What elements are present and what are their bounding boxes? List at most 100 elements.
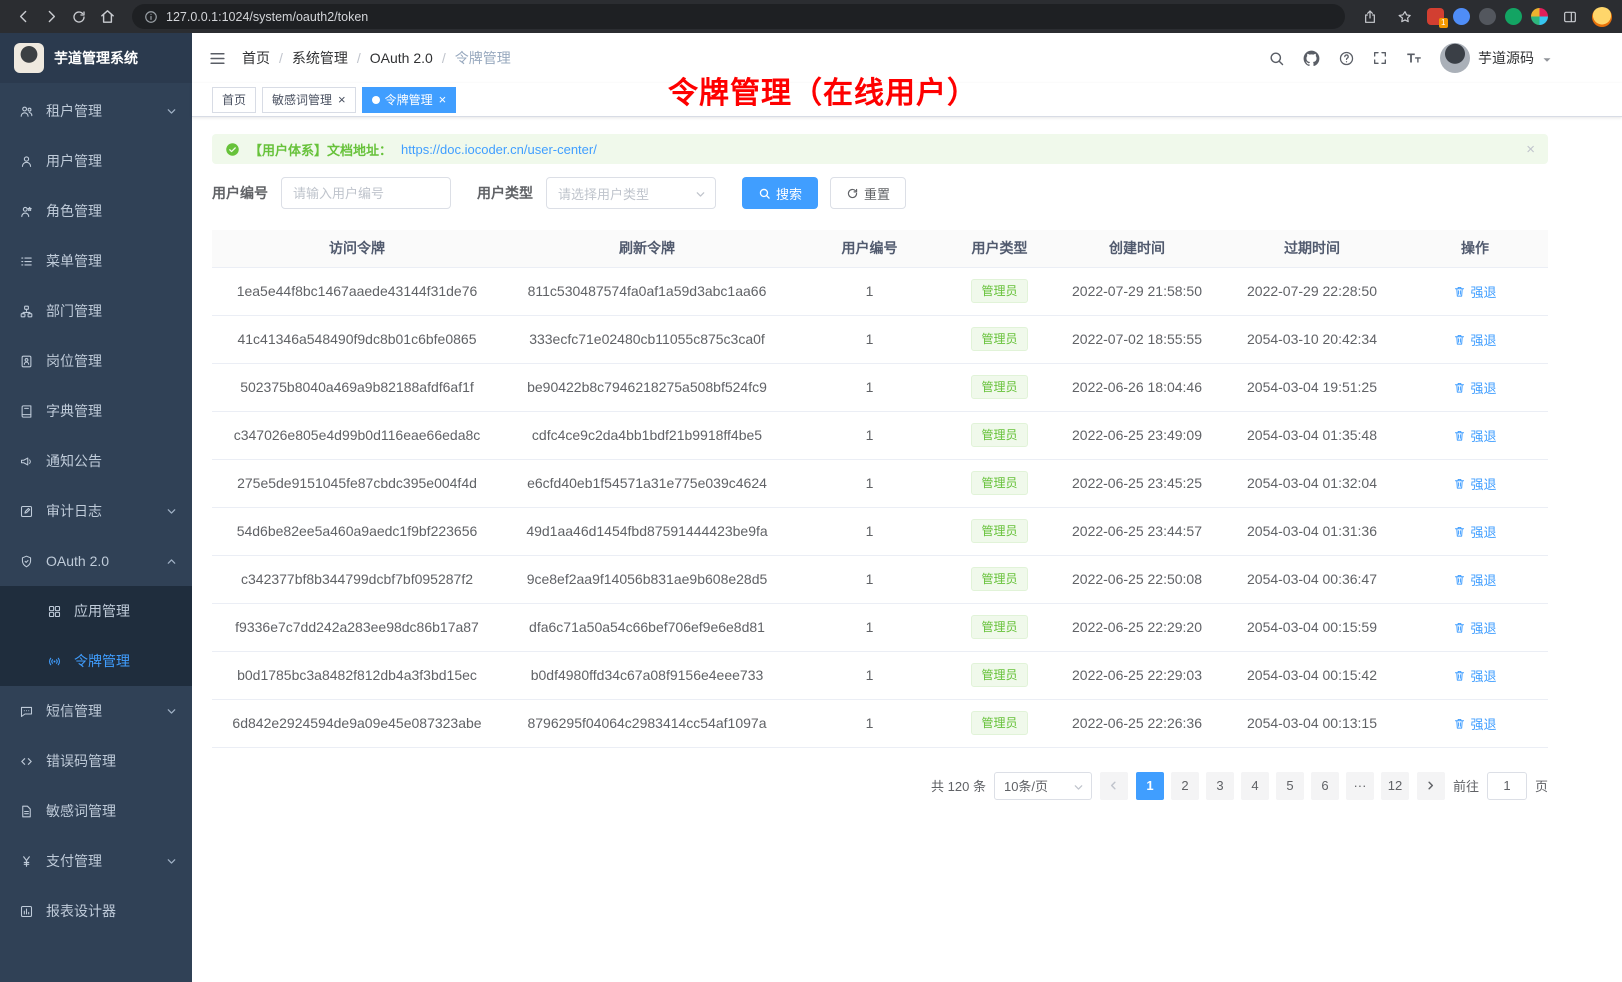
sidebar-item[interactable]: 角色管理 <box>0 186 192 236</box>
reset-button[interactable]: 重置 <box>830 177 906 209</box>
force-logout-label: 强退 <box>1470 570 1496 589</box>
sidebar-item[interactable]: 错误码管理 <box>0 736 192 786</box>
pager-more-button[interactable]: ··· <box>1346 772 1374 800</box>
sidebar-item[interactable]: 菜单管理 <box>0 236 192 286</box>
trash-icon <box>1453 477 1466 490</box>
fullscreen-icon[interactable] <box>1372 50 1388 66</box>
force-logout-button[interactable]: 强退 <box>1453 570 1496 589</box>
access-token-cell: c342377bf8b344799dcbf7bf095287f2 <box>212 555 502 603</box>
search-button[interactable]: 搜索 <box>742 177 818 209</box>
sidebar-item[interactable]: 岗位管理 <box>0 336 192 386</box>
site-info-icon[interactable] <box>144 10 158 24</box>
extension-icon-multicolor[interactable] <box>1531 8 1548 25</box>
page-button[interactable]: 6 <box>1311 772 1339 800</box>
breadcrumb-item[interactable]: OAuth 2.0 <box>370 50 433 66</box>
sidebar-item-label: OAuth 2.0 <box>46 553 109 569</box>
page-button[interactable]: 4 <box>1241 772 1269 800</box>
tab-close-icon[interactable]: × <box>439 93 447 106</box>
sidebar-item[interactable]: 审计日志 <box>0 486 192 536</box>
help-icon[interactable] <box>1338 50 1355 67</box>
bookmark-star-icon[interactable] <box>1392 4 1418 30</box>
sidebar-item[interactable]: 敏感词管理 <box>0 786 192 836</box>
dict-icon <box>18 404 34 419</box>
extension-icon-green[interactable] <box>1505 8 1522 25</box>
force-logout-button[interactable]: 强退 <box>1453 426 1496 445</box>
user-name: 芋道源码 <box>1478 48 1534 68</box>
force-logout-button[interactable]: 强退 <box>1453 474 1496 493</box>
alert-doc-link[interactable]: https://doc.iocoder.cn/user-center/ <box>401 142 597 157</box>
force-logout-button[interactable]: 强退 <box>1453 522 1496 541</box>
sidebar-item[interactable]: 字典管理 <box>0 386 192 436</box>
browser-back-button[interactable] <box>10 4 36 30</box>
breadcrumb-item[interactable]: 系统管理 <box>292 48 348 68</box>
share-icon[interactable] <box>1357 4 1383 30</box>
page-button[interactable]: 1 <box>1136 772 1164 800</box>
view-tab[interactable]: 令牌管理× <box>362 87 457 113</box>
sidebar-item[interactable]: 租户管理 <box>0 86 192 136</box>
refresh-token-cell: 9ce8ef2aa9f14056b831ae9b608e28d5 <box>502 555 792 603</box>
sidebar-collapse-button[interactable] <box>208 49 227 68</box>
refresh-token-cell: b0df4980ffd34c67a08f9156e4eee733 <box>502 651 792 699</box>
split-view-icon[interactable] <box>1557 4 1583 30</box>
force-logout-button[interactable]: 强退 <box>1453 282 1496 301</box>
next-page-button[interactable] <box>1417 772 1445 800</box>
page-button[interactable]: 5 <box>1276 772 1304 800</box>
action-cell: 强退 <box>1402 555 1548 603</box>
page-button[interactable]: 12 <box>1381 772 1409 800</box>
table-header-cell: 访问令牌 <box>212 230 502 267</box>
expire-time-cell: 2054-03-04 01:35:48 <box>1222 411 1402 459</box>
alert-close-icon[interactable]: × <box>1526 142 1535 157</box>
app-logo-link[interactable]: 芋道管理系统 <box>0 33 192 83</box>
tab-close-icon[interactable]: × <box>338 93 346 106</box>
breadcrumb-item[interactable]: 首页 <box>242 48 270 68</box>
force-logout-button[interactable]: 强退 <box>1453 378 1496 397</box>
force-logout-button[interactable]: 强退 <box>1453 666 1496 685</box>
sidebar-item[interactable]: 短信管理 <box>0 686 192 736</box>
browser-home-button[interactable] <box>94 4 120 30</box>
page-button[interactable]: 2 <box>1171 772 1199 800</box>
font-size-icon[interactable] <box>1405 49 1423 67</box>
browser-forward-button[interactable] <box>38 4 64 30</box>
extension-icon-dark[interactable] <box>1479 8 1496 25</box>
sidebar-item-label: 应用管理 <box>74 601 130 621</box>
github-icon[interactable] <box>1302 49 1321 68</box>
sidebar-item[interactable]: 令牌管理 <box>0 636 192 686</box>
view-tab[interactable]: 首页 <box>212 87 256 113</box>
browser-url-bar[interactable]: 127.0.0.1:1024/system/oauth2/token <box>132 4 1345 29</box>
force-logout-button[interactable]: 强退 <box>1453 618 1496 637</box>
user-type-cell: 管理员 <box>947 651 1052 699</box>
sidebar-item[interactable]: 支付管理 <box>0 836 192 886</box>
user-dropdown[interactable]: 芋道源码 <box>1440 43 1552 73</box>
page-button[interactable]: 3 <box>1206 772 1234 800</box>
extension-icon-red[interactable]: 1 <box>1427 8 1444 25</box>
search-icon[interactable] <box>1268 50 1285 67</box>
refresh-icon <box>846 187 859 200</box>
pagination-total: 共 120 条 <box>931 776 986 795</box>
force-logout-button[interactable]: 强退 <box>1453 330 1496 349</box>
sidebar-item-label: 审计日志 <box>46 501 102 521</box>
user-type-select[interactable]: 请选择用户类型 <box>546 177 716 209</box>
goto-page-input[interactable] <box>1487 772 1527 800</box>
sidebar-item-label: 岗位管理 <box>46 351 102 371</box>
table-header-cell: 操作 <box>1402 230 1548 267</box>
sidebar-item[interactable]: 通知公告 <box>0 436 192 486</box>
page-size-select[interactable]: 10条/页 <box>994 772 1092 800</box>
prev-page-button[interactable] <box>1100 772 1128 800</box>
user-type-cell: 管理员 <box>947 699 1052 747</box>
sidebar-item[interactable]: 用户管理 <box>0 136 192 186</box>
sidebar-item[interactable]: OAuth 2.0 <box>0 536 192 586</box>
user-id-input[interactable] <box>281 177 451 209</box>
sidebar-item[interactable]: 报表设计器 <box>0 886 192 936</box>
user-type-tag: 管理员 <box>971 423 1027 447</box>
sidebar-item[interactable]: 应用管理 <box>0 586 192 636</box>
browser-reload-button[interactable] <box>66 4 92 30</box>
extension-icon-blue[interactable] <box>1453 8 1470 25</box>
user-type-cell: 管理员 <box>947 411 1052 459</box>
action-cell: 强退 <box>1402 507 1548 555</box>
force-logout-button[interactable]: 强退 <box>1453 714 1496 733</box>
app-frame: 芋道管理系统 租户管理用户管理角色管理菜单管理部门管理岗位管理字典管理通知公告审… <box>0 33 1622 982</box>
view-tab[interactable]: 敏感词管理× <box>262 87 356 113</box>
sidebar-item[interactable]: 部门管理 <box>0 286 192 336</box>
browser-profile-avatar[interactable] <box>1592 7 1612 27</box>
breadcrumb-separator: / <box>279 50 283 66</box>
